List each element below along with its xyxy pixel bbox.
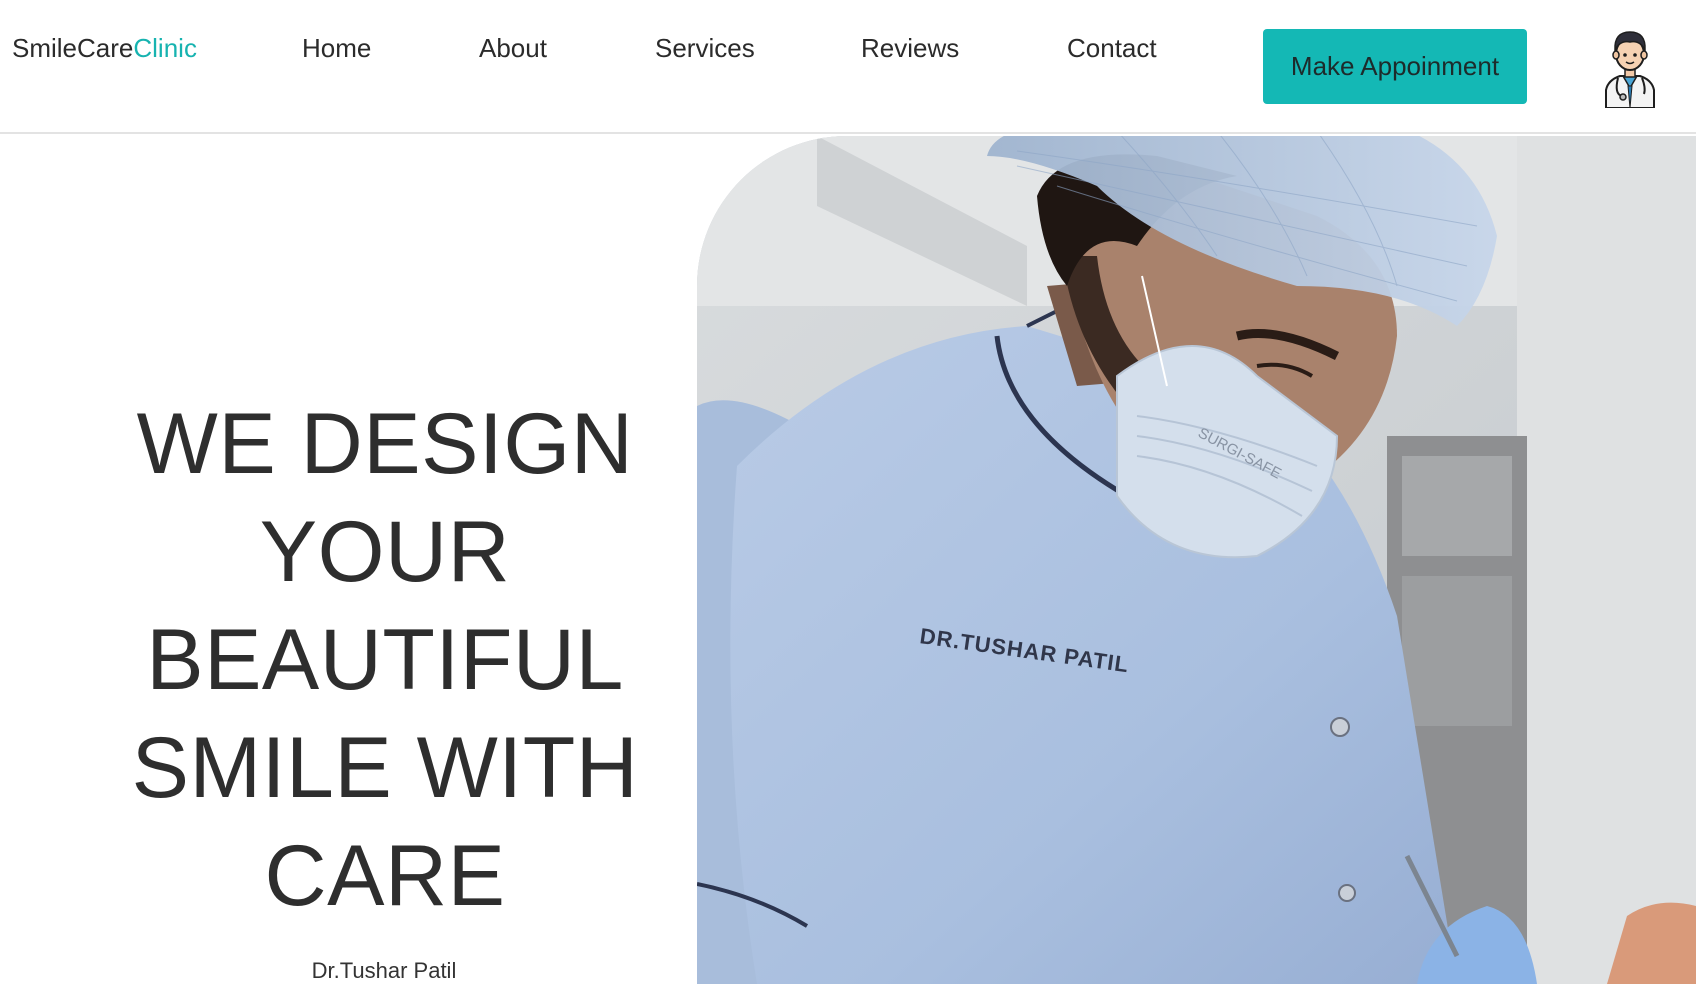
brand-logo[interactable]: SmileCareClinic	[12, 33, 197, 64]
headline-line-4: SMILE WITH	[131, 720, 639, 816]
make-appointment-button[interactable]: Make Appoinment	[1263, 29, 1527, 104]
dentist-at-work-photo: SURGI-SAFE DR.TUSHAR PATIL	[697, 136, 1696, 984]
hero-section: WE DESIGN YOUR BEAUTIFUL SMILE WITH CARE	[100, 390, 670, 930]
hero-headline: WE DESIGN YOUR BEAUTIFUL SMILE WITH CARE	[100, 390, 670, 930]
doctor-avatar-icon[interactable]	[1600, 24, 1660, 109]
brand-name-accent: Clinic	[133, 33, 197, 63]
doctor-name-caption: Dr.Tushar Patil	[311, 958, 457, 983]
brand-name-primary: SmileCare	[12, 33, 134, 63]
nav-link-reviews[interactable]: Reviews	[861, 33, 959, 64]
headline-line-5: CARE	[264, 828, 506, 924]
top-navbar: SmileCareClinic Home About Services Revi…	[0, 0, 1696, 134]
nav-link-about[interactable]: About	[479, 33, 547, 64]
headline-line-1: WE DESIGN	[136, 396, 634, 492]
headline-line-2: YOUR	[259, 504, 511, 600]
headline-line-3: BEAUTIFUL	[146, 612, 624, 708]
nav-link-home[interactable]: Home	[302, 33, 371, 64]
nav-link-services[interactable]: Services	[655, 33, 755, 64]
nav-link-contact[interactable]: Contact	[1067, 33, 1157, 64]
